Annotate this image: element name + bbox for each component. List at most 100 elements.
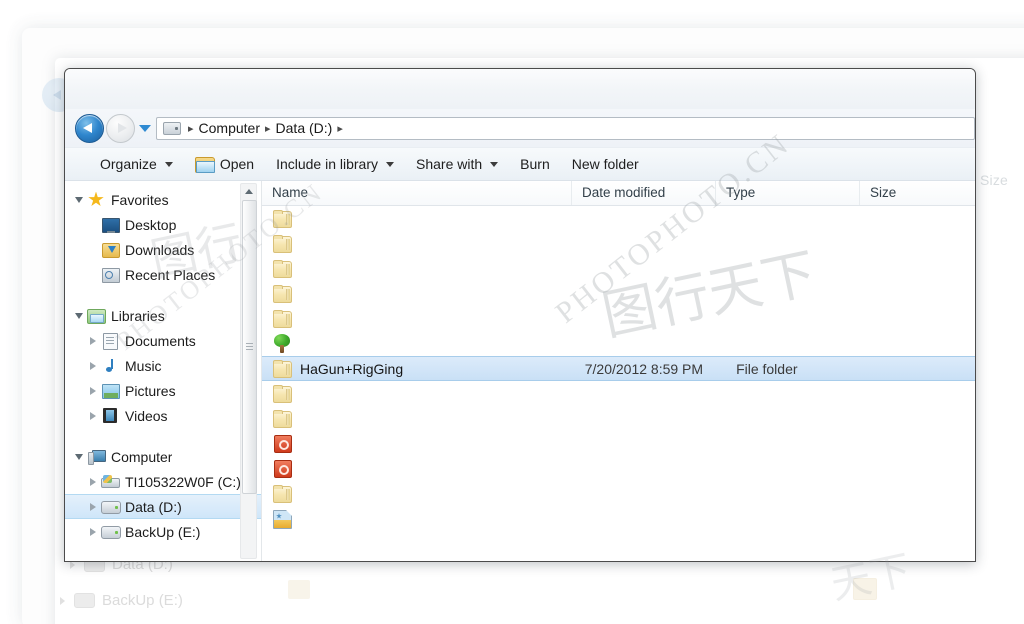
open-button[interactable]: Open (184, 152, 265, 176)
column-header-size[interactable]: Size (860, 181, 952, 205)
disc-image-icon (272, 459, 292, 478)
sidebar-item-downloads[interactable]: Downloads (65, 237, 261, 262)
share-with-label: Share with (416, 156, 483, 172)
table-row[interactable] (262, 406, 975, 431)
column-header-date-modified[interactable]: Date modified (572, 181, 716, 205)
table-row[interactable] (262, 506, 975, 531)
sidebar-item-recent-places[interactable]: Recent Places (65, 262, 261, 287)
file-name-cell: HaGun+RigGing (300, 360, 404, 377)
folder-icon (272, 359, 292, 378)
column-header-name[interactable]: Name (262, 181, 572, 205)
table-row[interactable] (262, 381, 975, 406)
background-sidebar-label: BackUp (E:) (102, 592, 183, 609)
sidebar-item-videos[interactable]: Videos (65, 403, 261, 428)
table-row[interactable] (262, 456, 975, 481)
chevron-down-icon[interactable] (139, 124, 151, 132)
sidebar-group-libraries[interactable]: Libraries (65, 303, 261, 328)
scroll-up-arrow-icon[interactable] (241, 184, 256, 198)
desktop-icon (101, 217, 120, 233)
column-headers: Name Date modified Type Size (262, 181, 975, 206)
folder-icon (272, 409, 292, 428)
date-modified-cell: 7/20/2012 8:59 PM (584, 360, 704, 377)
include-in-library-button[interactable]: Include in library (265, 152, 405, 176)
folder-icon (272, 259, 292, 278)
sidebar-group-label: Favorites (111, 191, 169, 208)
sidebar-scrollbar[interactable] (240, 183, 257, 559)
window-content: Favorites Desktop Downloads Recent Place… (65, 181, 975, 561)
sidebar-item-music[interactable]: Music (65, 353, 261, 378)
chevron-right-icon (60, 596, 65, 605)
twisty-closed-icon[interactable] (87, 361, 98, 370)
sidebar-item-data-drive[interactable]: Data (D:) (65, 494, 261, 519)
table-row[interactable] (262, 481, 975, 506)
file-list-pane: Name Date modified Type Size HaGun+RigGi… (261, 181, 975, 561)
table-row[interactable] (262, 281, 975, 306)
table-row[interactable] (262, 306, 975, 331)
tree-icon (272, 334, 292, 353)
sidebar-item-label: Data (D:) (125, 498, 182, 515)
twisty-open-icon[interactable] (73, 453, 84, 460)
twisty-open-icon[interactable] (73, 312, 84, 319)
sidebar-item-label: Desktop (125, 216, 177, 233)
sidebar-item-label: Recent Places (125, 266, 216, 283)
document-icon (101, 332, 119, 350)
background-image-file-icon (853, 578, 877, 600)
breadcrumb-data-drive[interactable]: Data (D:) (276, 120, 333, 136)
sidebar-item-label: TI105322W0F (C:) (125, 473, 241, 490)
music-icon (101, 358, 119, 374)
drive-icon (101, 499, 121, 515)
sidebar-item-label: Music (125, 357, 162, 374)
breadcrumb-separator[interactable]: ▸ (337, 122, 343, 135)
table-row[interactable] (262, 431, 975, 456)
sidebar-item-system-drive[interactable]: TI105322W0F (C:) (65, 469, 261, 494)
computer-icon (87, 449, 106, 465)
breadcrumb-computer[interactable]: Computer (199, 120, 260, 136)
open-label: Open (219, 156, 255, 172)
back-button[interactable] (75, 113, 104, 143)
star-icon (87, 191, 105, 208)
scrollbar-thumb[interactable] (242, 200, 257, 494)
new-folder-label: New folder (571, 156, 639, 172)
address-bar[interactable]: ▸ Computer ▸ Data (D:) ▸ (156, 116, 975, 140)
twisty-closed-icon[interactable] (87, 386, 98, 395)
explorer-window: ▸ Computer ▸ Data (D:) ▸ Organize Open I… (64, 68, 976, 562)
sidebar-item-backup-drive[interactable]: BackUp (E:) (65, 519, 261, 544)
table-row[interactable] (262, 331, 975, 356)
twisty-closed-icon[interactable] (87, 411, 98, 420)
forward-button[interactable] (106, 113, 135, 143)
twisty-closed-icon[interactable] (87, 477, 98, 486)
folder-icon (272, 234, 292, 253)
new-folder-button[interactable]: New folder (561, 152, 650, 176)
downloads-icon (101, 242, 120, 258)
share-with-button[interactable]: Share with (405, 152, 509, 176)
organize-label: Organize (100, 156, 157, 172)
table-row[interactable] (262, 256, 975, 281)
sidebar-group-favorites[interactable]: Favorites (65, 187, 261, 212)
folder-icon (272, 309, 292, 328)
twisty-closed-icon[interactable] (87, 527, 98, 536)
sidebar-group-label: Computer (111, 448, 173, 465)
table-row[interactable] (262, 206, 975, 231)
sidebar-item-pictures[interactable]: Pictures (65, 378, 261, 403)
burn-button[interactable]: Burn (509, 152, 561, 176)
column-header-type[interactable]: Type (716, 181, 860, 205)
table-row[interactable]: HaGun+RigGing 7/20/2012 8:59 PM File folde… (262, 356, 975, 381)
twisty-closed-icon[interactable] (87, 502, 98, 511)
sidebar-item-label: Pictures (125, 382, 176, 399)
background-size-column-header: Size (980, 172, 1009, 188)
organize-button[interactable]: Organize (89, 152, 184, 176)
chevron-down-icon (386, 161, 394, 167)
image-file-icon (272, 509, 292, 529)
table-row[interactable] (262, 231, 975, 256)
twisty-closed-icon[interactable] (87, 336, 98, 345)
sidebar-item-documents[interactable]: Documents (65, 328, 261, 353)
include-in-library-label: Include in library (276, 156, 378, 172)
background-folder-icon (288, 580, 310, 599)
twisty-open-icon[interactable] (73, 196, 84, 203)
file-rows: HaGun+RigGing 7/20/2012 8:59 PM File folde… (262, 206, 975, 531)
sidebar-item-desktop[interactable]: Desktop (65, 212, 261, 237)
sidebar-group-computer[interactable]: Computer (65, 444, 261, 469)
sidebar-item-label: BackUp (E:) (125, 523, 201, 540)
